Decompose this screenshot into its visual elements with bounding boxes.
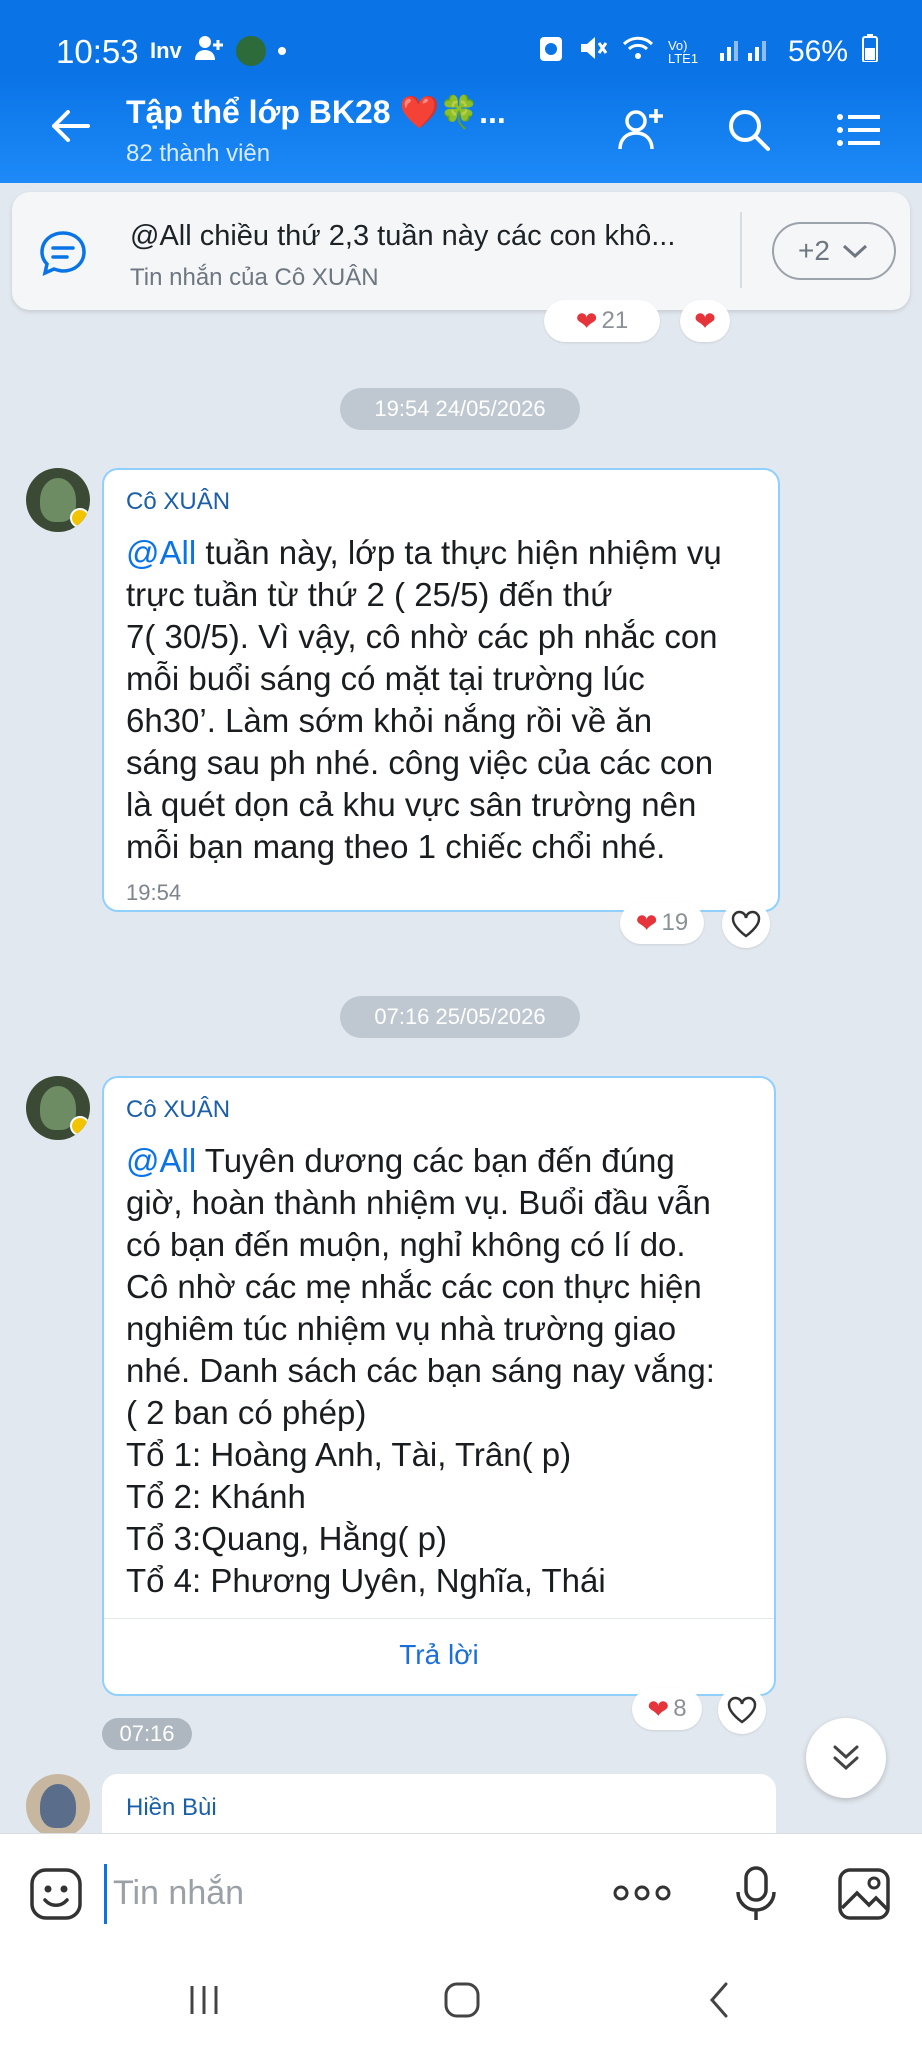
wifi-icon: [622, 35, 654, 69]
battery-icon: [862, 34, 878, 70]
reaction-count: 21: [601, 307, 629, 334]
message-text: @All Tuyên dương các bạn đến đúng giờ, h…: [126, 1140, 715, 1602]
mention-all[interactable]: @All: [126, 534, 196, 571]
message-time: 07:16: [102, 1718, 192, 1750]
recent-apps-icon: [190, 1986, 218, 2014]
message-bubble[interactable]: Cô XUÂN @All tuần này, lớp ta thực hiện …: [102, 468, 780, 912]
chevron-down-icon: [842, 244, 867, 259]
message-sender[interactable]: Cô XUÂN: [126, 488, 230, 516]
message-input[interactable]: Tin nhắn: [104, 1864, 564, 1924]
pinned-message-source: Tin nhắn của Cô XUÂN: [130, 264, 379, 291]
message-sender[interactable]: Cô XUÂN: [126, 1096, 230, 1124]
status-right: Vo) LTE1 56%: [538, 33, 878, 71]
avatar-photo: [40, 1784, 76, 1828]
message-sender[interactable]: Hiền Bùi: [126, 1794, 217, 1822]
key-badge-icon: [70, 1116, 90, 1136]
message-body: Tuyên dương các bạn đến đúng giờ, hoàn t…: [126, 1142, 715, 1599]
add-user-icon: [618, 109, 663, 150]
sticker-emoji-icon: [30, 1868, 82, 1920]
app-badge-icon: [235, 36, 266, 66]
chat-bubble-icon: [38, 228, 88, 278]
pinned-message-text: @All chiều thứ 2,3 tuần này các con khô.…: [130, 220, 676, 252]
date-separator: 07:16 25/05/2026: [340, 996, 580, 1038]
avatar[interactable]: [26, 468, 90, 532]
avatar[interactable]: [26, 1774, 90, 1838]
message-body: tuần này, lớp ta thực hiện nhiệm vụ trực…: [126, 534, 722, 865]
key-badge-icon: [70, 508, 90, 528]
search-button[interactable]: [724, 105, 774, 155]
message-text: @All tuần này, lớp ta thực hiện nhiệm vụ…: [126, 532, 722, 868]
heart-outline-icon: [727, 1696, 757, 1724]
divider: [740, 212, 742, 288]
home-icon: [444, 1982, 480, 2018]
pinned-message-bar[interactable]: @All chiều thứ 2,3 tuần này các con khô.…: [12, 192, 910, 310]
emoji-button[interactable]: [28, 1866, 84, 1922]
react-heart-button[interactable]: [722, 900, 770, 948]
more-pinned-button[interactable]: +2: [772, 222, 896, 280]
add-member-button[interactable]: [616, 105, 666, 155]
double-chevron-down-icon: [833, 1745, 859, 1771]
system-back-button[interactable]: [704, 1980, 734, 2025]
signal-icon: [718, 35, 774, 69]
list-menu-icon: [837, 114, 880, 146]
reaction-count: 8: [673, 1695, 687, 1722]
heart-reaction-icon: ❤: [635, 907, 658, 938]
member-count[interactable]: 82 thành viên: [126, 140, 270, 168]
add-contact-icon: [194, 34, 224, 68]
dot-icon: [277, 47, 286, 55]
arrow-left-icon: [52, 110, 90, 142]
reaction-summary[interactable]: ❤ 8: [632, 1688, 702, 1730]
heart-reaction-icon: ❤: [575, 305, 598, 336]
battery-level: 56%: [787, 35, 848, 68]
chevron-left-icon: [710, 1982, 728, 2018]
status-left-text: Inv: [150, 38, 182, 63]
image-gallery-icon: [838, 1868, 890, 1920]
reply-button[interactable]: Trả lời: [104, 1618, 774, 1690]
voice-button[interactable]: [728, 1864, 784, 1929]
more-options-button[interactable]: [612, 1878, 672, 1913]
heart-outline-icon: [731, 910, 761, 938]
status-time: 10:53: [56, 33, 139, 70]
chat-header: Tập thể lớp BK28 ❤️🍀... 82 thành viên: [0, 75, 922, 183]
avatar[interactable]: [26, 1076, 90, 1140]
message-time: 19:54: [126, 880, 182, 905]
scroll-to-bottom-button[interactable]: [806, 1718, 886, 1798]
back-button[interactable]: [46, 101, 96, 151]
date-separator: 19:54 24/05/2026: [340, 388, 580, 430]
react-heart-button[interactable]: [718, 1686, 766, 1734]
mention-all[interactable]: @All: [126, 1142, 196, 1179]
status-bar: 10:53 Inv Vo) LTE1 56%: [0, 0, 922, 75]
reaction-count: 19: [661, 909, 689, 936]
network-label: Vo) LTE1: [667, 38, 699, 66]
recent-apps-button[interactable]: [186, 1982, 222, 2023]
ellipsis-icon: [613, 1885, 671, 1901]
status-left-icons: Inv: [150, 34, 286, 68]
image-button[interactable]: [836, 1866, 892, 1927]
alarm-icon: [538, 33, 564, 71]
search-icon: [729, 110, 770, 151]
microphone-icon: [736, 1866, 776, 1920]
heart-icon: ❤: [694, 305, 716, 336]
system-navigation-bar: [0, 1930, 922, 2048]
reaction-summary[interactable]: ❤ 19: [620, 902, 704, 944]
message-bubble[interactable]: Cô XUÂN @All Tuyên dương các bạn đến đún…: [102, 1076, 776, 1696]
menu-button[interactable]: [834, 105, 884, 155]
home-button[interactable]: [442, 1980, 482, 2025]
mute-icon: [578, 33, 608, 71]
react-heart-button[interactable]: ❤: [680, 300, 730, 342]
group-title[interactable]: Tập thể lớp BK28 ❤️🍀...: [126, 93, 506, 131]
reaction-summary[interactable]: ❤ 21: [544, 300, 660, 342]
more-pinned-count: +2: [798, 235, 830, 266]
heart-reaction-icon: ❤: [647, 1693, 670, 1724]
